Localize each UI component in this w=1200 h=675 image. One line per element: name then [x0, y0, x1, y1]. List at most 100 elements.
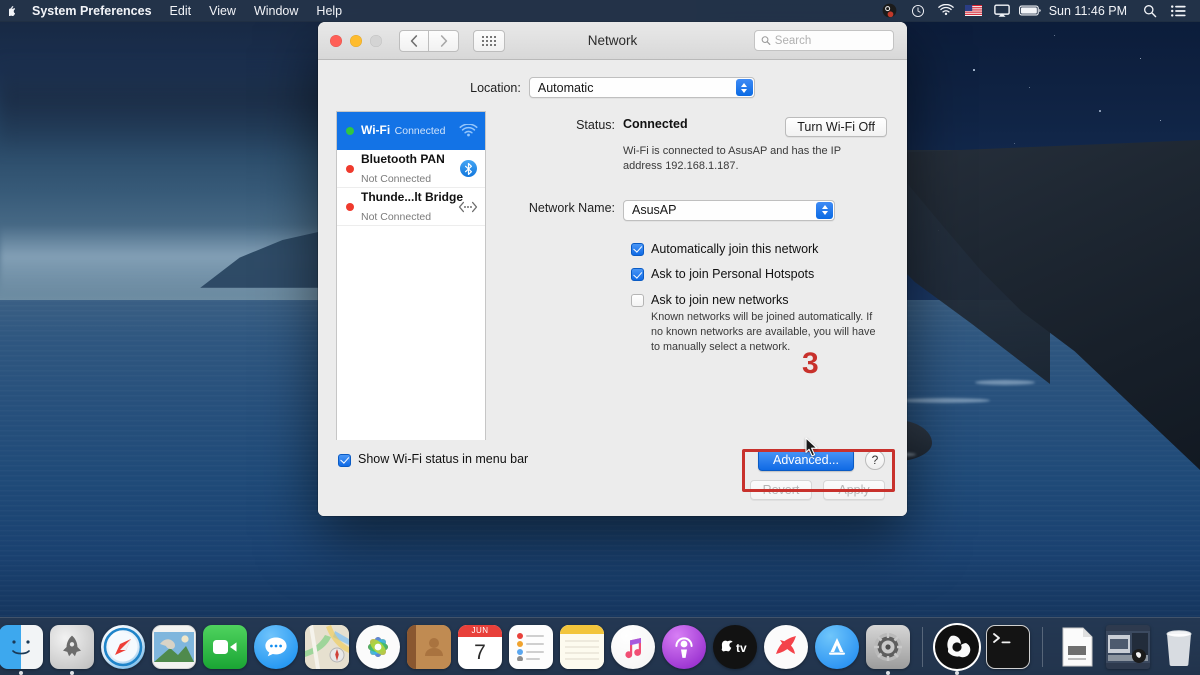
apply-button[interactable]: Apply [823, 480, 885, 500]
menu-item-system-preferences[interactable]: System Preferences [23, 0, 161, 22]
running-indicator [70, 671, 74, 675]
network-name-popup-button[interactable]: AsusAP [623, 200, 835, 221]
checkbox-label: Show Wi-Fi status in menu bar [358, 453, 528, 467]
checkbox-indicator[interactable] [631, 243, 644, 256]
wifi-icon[interactable] [933, 0, 959, 22]
dock-item-terminal[interactable] [986, 625, 1030, 669]
star [1099, 110, 1101, 112]
zoom-button [370, 35, 382, 47]
dock-item-messages[interactable] [254, 625, 298, 669]
service-name: Thunde...lt Bridge [361, 190, 463, 204]
search-icon[interactable] [1137, 0, 1163, 22]
time-machine-icon[interactable] [905, 0, 931, 22]
menu-item-view[interactable]: View [200, 0, 245, 22]
checkbox-auto-join[interactable]: Automatically join this network [631, 243, 889, 257]
dock-item-safari[interactable] [101, 625, 145, 669]
checkbox-ask-new-networks[interactable]: Ask to join new networks [631, 294, 889, 308]
obs-icon [939, 629, 975, 665]
service-row-wifi[interactable]: Wi-Fi Connected [337, 112, 485, 150]
system-preferences-gear-icon [871, 630, 905, 664]
service-name: Wi-Fi [361, 123, 390, 137]
network-services-list[interactable]: Wi-Fi Connected Bluetooth PAN Not Connec… [336, 111, 486, 440]
obs-icon[interactable] [877, 0, 903, 22]
dock-item-podcasts[interactable] [662, 625, 706, 669]
chevron-right-icon [440, 35, 448, 47]
close-button[interactable] [330, 35, 342, 47]
airplay-icon[interactable] [989, 0, 1015, 22]
help-button[interactable]: ? [865, 450, 885, 470]
running-indicator [955, 671, 959, 675]
photos-icon [359, 628, 397, 666]
search-icon [761, 35, 771, 46]
checkbox-personal-hotspots[interactable]: Ask to join Personal Hotspots [631, 268, 889, 282]
podcasts-icon [673, 635, 695, 659]
dock-item-facetime[interactable] [203, 625, 247, 669]
menu-item-edit[interactable]: Edit [161, 0, 201, 22]
star [1029, 87, 1030, 88]
menu-item-window[interactable]: Window [245, 0, 307, 22]
navigation-buttons [399, 30, 459, 52]
dock-item-mail[interactable] [152, 625, 196, 669]
dock-item-contacts[interactable] [407, 625, 451, 669]
network-name-row: Network Name: AsusAP [508, 200, 889, 221]
checkbox-indicator[interactable] [631, 268, 644, 281]
service-row-bluetooth-pan[interactable]: Bluetooth PAN Not Connected [337, 150, 485, 188]
dock-item-document[interactable] [1055, 625, 1099, 669]
control-center-icon[interactable] [1165, 0, 1191, 22]
notes-icon [560, 625, 604, 669]
dock-item-app-store[interactable] [815, 625, 859, 669]
turn-wifi-off-button[interactable]: Turn Wi-Fi Off [785, 117, 887, 137]
stepper-icon [816, 202, 833, 219]
checkbox-indicator[interactable] [631, 294, 644, 307]
show-all-button[interactable] [473, 30, 505, 52]
dock-item-launchpad[interactable] [50, 625, 94, 669]
wallpaper-surf [975, 380, 1035, 385]
dock-item-music[interactable] [611, 625, 655, 669]
location-value: Automatic [538, 81, 594, 95]
news-icon [771, 632, 801, 662]
contacts-icon [407, 625, 451, 669]
dock-item-apple-tv[interactable]: tv [713, 625, 757, 669]
menu-item-help[interactable]: Help [307, 0, 351, 22]
dock-item-photos[interactable] [356, 625, 400, 669]
thunderbolt-bridge-icon [458, 197, 478, 217]
battery-icon[interactable] [1017, 0, 1043, 22]
window-title-bar[interactable]: Network [318, 22, 907, 60]
forward-button[interactable] [429, 30, 459, 52]
show-all-grid-icon [482, 36, 496, 46]
dock-item-system-preferences[interactable] [866, 625, 910, 669]
location-popup-button[interactable]: Automatic [529, 77, 755, 98]
dock-item-reminders[interactable] [509, 625, 553, 669]
dock-item-maps[interactable] [305, 625, 349, 669]
service-row-thunderbolt-bridge[interactable]: Thunde...lt Bridge Not Connected [337, 188, 485, 226]
dock-item-obs[interactable] [935, 625, 979, 669]
dock-separator [922, 627, 923, 667]
search-field[interactable] [754, 30, 894, 51]
dock-item-notes[interactable] [560, 625, 604, 669]
menu-bar-clock[interactable]: Sun 11:46 PM [1045, 4, 1135, 18]
content-panes: Wi-Fi Connected Bluetooth PAN Not Connec… [318, 111, 907, 461]
apple-menu-icon[interactable] [9, 3, 23, 19]
checkbox-indicator[interactable] [338, 454, 351, 467]
bottom-row-actions: Revert Apply [318, 480, 907, 500]
star [1160, 120, 1162, 122]
revert-button[interactable]: Revert [750, 480, 812, 500]
minimize-button[interactable] [350, 35, 362, 47]
us-flag-icon[interactable] [961, 0, 987, 22]
back-button[interactable] [399, 30, 429, 52]
finder-icon [0, 625, 43, 669]
dock-item-trash[interactable] [1157, 625, 1200, 669]
checkbox-note: Known networks will be joined automatica… [651, 310, 876, 355]
network-name-value: AsusAP [632, 203, 676, 217]
reminders-icon [516, 633, 546, 661]
checkbox-show-wifi-status[interactable]: Show Wi-Fi status in menu bar [338, 453, 528, 467]
status-dot-red [346, 165, 354, 173]
svg-text:tv: tv [736, 641, 747, 655]
dock-item-screenshot[interactable] [1106, 625, 1150, 669]
dock-item-news[interactable] [764, 625, 808, 669]
search-input[interactable] [775, 35, 887, 47]
dock-item-finder[interactable] [0, 625, 43, 669]
dock-item-calendar[interactable]: JUN 7 [458, 625, 502, 669]
status-row: Status: Connected Turn Wi-Fi Off [508, 117, 889, 137]
document-icon [1061, 627, 1093, 667]
